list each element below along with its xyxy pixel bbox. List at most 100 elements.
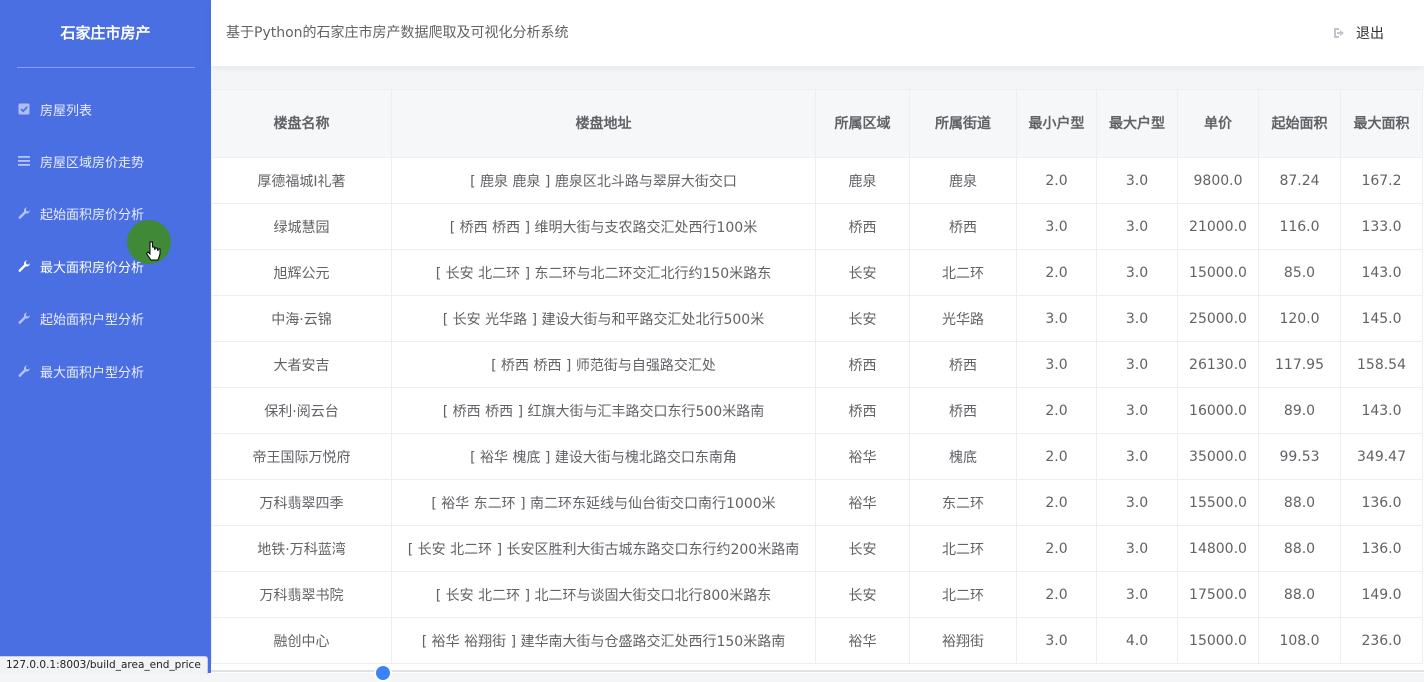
table-cell: 143.0 bbox=[1340, 249, 1423, 296]
table-cell: 桥西 bbox=[909, 387, 1017, 434]
table-cell: 89.0 bbox=[1258, 387, 1341, 434]
table-cell: 桥西 bbox=[909, 203, 1017, 250]
sidebar-item-3[interactable]: 起始面积房价分析 bbox=[0, 188, 211, 240]
table-cell: 2.0 bbox=[1016, 249, 1097, 296]
sidebar-item-4[interactable]: 最大面积房价分析 bbox=[0, 240, 211, 292]
table-body: 厚德福城I礼著[ 鹿泉 鹿泉 ] 鹿泉区北斗路与翠屏大街交口 鹿泉 鹿泉 2.0 3.0… bbox=[211, 157, 1423, 664]
table-cell: 2.0 bbox=[1016, 479, 1097, 526]
sidebar-item-label: 房屋列表 bbox=[40, 103, 93, 119]
table-cell: 桥西 bbox=[815, 203, 910, 250]
table-cell: 3.0 bbox=[1016, 295, 1097, 342]
table-cell: 3.0 bbox=[1096, 387, 1178, 434]
table-cell: 长安 bbox=[815, 295, 910, 342]
table-cell: 4.0 bbox=[1096, 617, 1178, 664]
table-cell: 99.53 bbox=[1258, 433, 1341, 480]
table-cell: 中海·云锦 bbox=[211, 295, 392, 342]
table-cell: 16000.0 bbox=[1177, 387, 1259, 434]
sidebar-item-2[interactable]: 房屋区域房价走势 bbox=[0, 135, 211, 187]
sidebar-item-label: 房屋区域房价走势 bbox=[40, 156, 145, 172]
table-cell: 149.0 bbox=[1340, 571, 1423, 618]
table-cell: 裕翔街 bbox=[909, 617, 1017, 664]
table-cell: 85.0 bbox=[1258, 249, 1341, 296]
table-cell: 88.0 bbox=[1258, 571, 1341, 618]
wrench-icon bbox=[18, 365, 31, 378]
logout-icon bbox=[1334, 28, 1344, 38]
table-cell: 大者安吉 bbox=[211, 341, 392, 388]
table-row: 保利·阅云台[ 桥西 桥西 ] 红旗大街与汇丰路交口东行500米路南 桥西 桥西 2.… bbox=[211, 387, 1423, 434]
table-cell: 236.0 bbox=[1340, 617, 1423, 664]
table-cell: 87.24 bbox=[1258, 157, 1341, 204]
table-cell: 北二环 bbox=[909, 249, 1017, 296]
table-cell: 北二环 bbox=[909, 525, 1017, 572]
table-cell: 143.0 bbox=[1340, 387, 1423, 434]
table-cell: 万科翡翠四季 bbox=[211, 479, 392, 526]
table-cell: 3.0 bbox=[1096, 341, 1178, 388]
logout-button[interactable]: 退出 bbox=[1333, 0, 1384, 66]
table-row: 万科翡翠书院[ 长安 北二环 ] 北二环与谈固大街交口北行800米路东 长安 北二环… bbox=[211, 571, 1423, 618]
table-cell: 2.0 bbox=[1016, 571, 1097, 618]
table-cell: 133.0 bbox=[1340, 203, 1423, 250]
sidebar-item-1[interactable]: 房屋列表 bbox=[0, 83, 211, 135]
table-cell: 35000.0 bbox=[1177, 433, 1259, 480]
column-header-unit-price: 单价 bbox=[1177, 89, 1259, 158]
table-cell: 14800.0 bbox=[1177, 525, 1259, 572]
table-cell: 绿城慧园 bbox=[211, 203, 392, 250]
table-cell: 裕华 bbox=[815, 433, 910, 480]
hand-cursor-icon bbox=[145, 241, 161, 261]
table-header-row: 楼盘名称 楼盘地址 所属区域 所属街道 最小户型 最大户型 单价 起始面积 最大面积 bbox=[211, 89, 1423, 158]
table-cell: 鹿泉 bbox=[909, 157, 1017, 204]
table-cell: 167.2 bbox=[1340, 157, 1423, 204]
table-cell: 9800.0 bbox=[1177, 157, 1259, 204]
table-cell: [ 桥西 桥西 ] 维明大街与支农路交汇处西行100米 bbox=[391, 203, 816, 250]
house-table-container[interactable]: 楼盘名称 楼盘地址 所属区域 所属街道 最小户型 最大户型 单价 起始面积 最大面积 厚德福城I… bbox=[211, 89, 1424, 673]
table-cell: 3.0 bbox=[1096, 295, 1178, 342]
table-cell: [ 长安 北二环 ] 北二环与谈固大街交口北行800米路东 bbox=[391, 571, 816, 618]
column-header-min-layout: 最小户型 bbox=[1016, 89, 1097, 158]
sidebar-item-5[interactable]: 起始面积户型分析 bbox=[0, 293, 211, 345]
sidebar-menu: 房屋列表房屋区域房价走势起始面积房价分析最大面积房价分析起始面积户型分析 最大面积… bbox=[0, 83, 211, 397]
table-cell: 厚德福城I礼著 bbox=[211, 157, 392, 204]
table-cell: 145.0 bbox=[1340, 295, 1423, 342]
horizontal-scrollbar-thumb[interactable] bbox=[374, 664, 392, 682]
list-icon bbox=[18, 155, 31, 168]
table-cell: 158.54 bbox=[1340, 341, 1423, 388]
logout-label: 退出 bbox=[1356, 26, 1384, 42]
table-cell: 108.0 bbox=[1258, 617, 1341, 664]
table-cell: 桥西 bbox=[815, 341, 910, 388]
table-cell: [ 裕华 东二环 ] 南二环东延线与仙台街交口南行1000米 bbox=[391, 479, 816, 526]
table-cell: 88.0 bbox=[1258, 479, 1341, 526]
table-cell: 3.0 bbox=[1096, 203, 1178, 250]
wrench-icon bbox=[18, 260, 31, 273]
table-cell: 长安 bbox=[815, 571, 910, 618]
table-cell: 136.0 bbox=[1340, 479, 1423, 526]
sidebar-item-label: 最大面积房价分析 bbox=[40, 260, 145, 276]
table-cell: 88.0 bbox=[1258, 525, 1341, 572]
table-row: 大者安吉[ 桥西 桥西 ] 师范街与自强路交汇处 桥西 桥西 3.0 3.0 26130.… bbox=[211, 341, 1423, 388]
table-cell: 3.0 bbox=[1096, 157, 1178, 204]
table-cell: 3.0 bbox=[1096, 571, 1178, 618]
horizontal-scrollbar-track[interactable] bbox=[211, 670, 1424, 672]
table-cell: 2.0 bbox=[1016, 387, 1097, 434]
table-cell: 光华路 bbox=[909, 295, 1017, 342]
column-header-start-area: 起始面积 bbox=[1258, 89, 1341, 158]
table-cell: 3.0 bbox=[1016, 341, 1097, 388]
table-row: 厚德福城I礼著[ 鹿泉 鹿泉 ] 鹿泉区北斗路与翠屏大街交口 鹿泉 鹿泉 2.0 3.0… bbox=[211, 157, 1423, 204]
table-row: 帝王国际万悦府[ 裕华 槐底 ] 建设大街与槐北路交口东南角 裕华 槐底 2.0 3.0… bbox=[211, 433, 1423, 480]
table-cell: 3.0 bbox=[1096, 525, 1178, 572]
table-cell: 3.0 bbox=[1016, 617, 1097, 664]
page-title: 基于Python的石家庄市房产数据爬取及可视化分析系统 bbox=[226, 25, 569, 41]
table-cell: 25000.0 bbox=[1177, 295, 1259, 342]
table-cell: 117.95 bbox=[1258, 341, 1341, 388]
table-cell: 裕华 bbox=[815, 617, 910, 664]
table-cell: 116.0 bbox=[1258, 203, 1341, 250]
table-cell: 3.0 bbox=[1096, 479, 1178, 526]
table-cell: 136.0 bbox=[1340, 525, 1423, 572]
sidebar-item-6[interactable]: 最大面积户型分析 bbox=[0, 345, 211, 397]
table-row: 中海·云锦[ 长安 光华路 ] 建设大街与和平路交汇处北行500米 长安 光华路 3.… bbox=[211, 295, 1423, 342]
table-cell: [ 桥西 桥西 ] 红旗大街与汇丰路交口东行500米路南 bbox=[391, 387, 816, 434]
table-cell: 桥西 bbox=[815, 387, 910, 434]
wrench-icon bbox=[18, 207, 31, 220]
table-cell: 17500.0 bbox=[1177, 571, 1259, 618]
column-header-address: 楼盘地址 bbox=[391, 89, 816, 158]
table-cell: 15000.0 bbox=[1177, 249, 1259, 296]
